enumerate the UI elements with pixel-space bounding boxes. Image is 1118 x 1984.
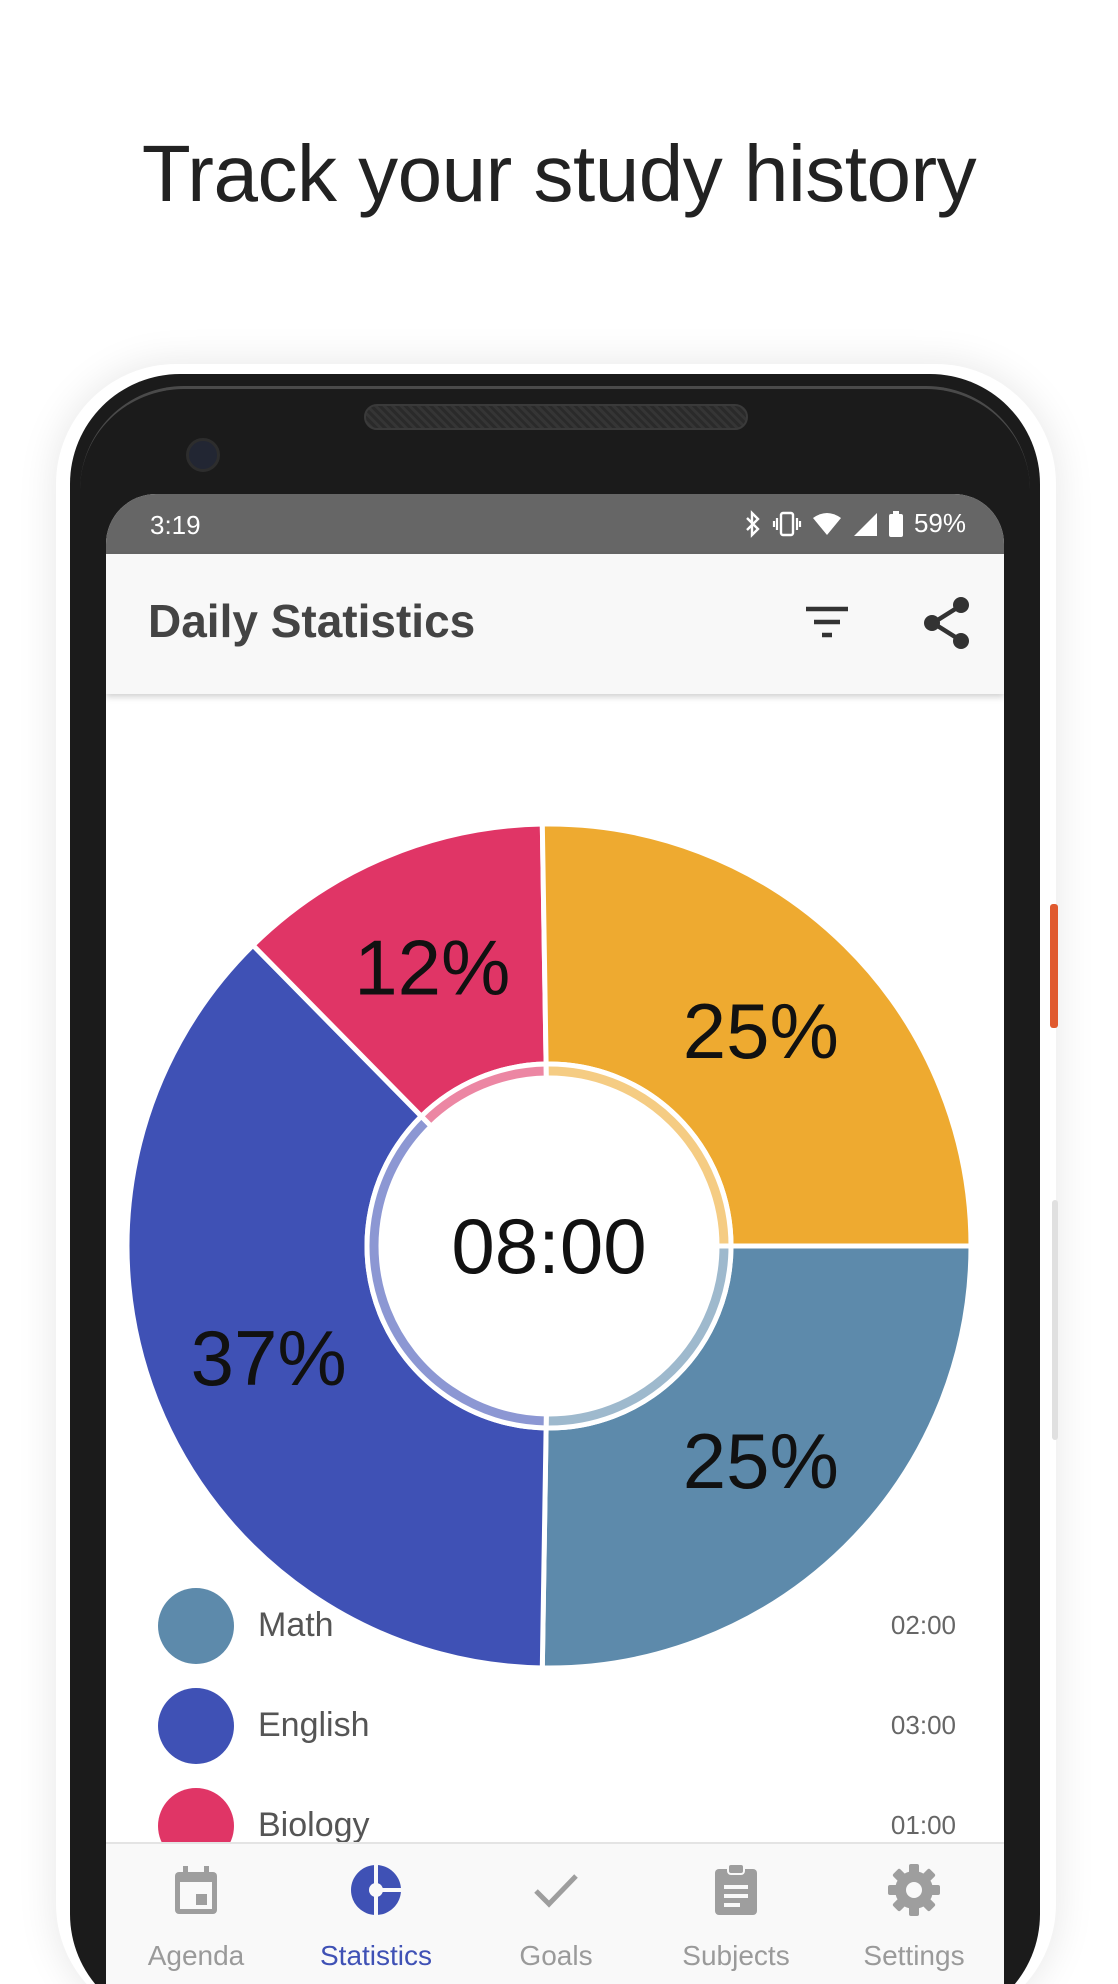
nav-label: Agenda — [147, 1940, 245, 1971]
battery-icon — [888, 510, 904, 538]
nav-item-settings[interactable]: Settings — [824, 1844, 1004, 1984]
legend-color-dot — [158, 1688, 234, 1764]
nav-label: Statistics — [319, 1940, 433, 1971]
power-button — [1050, 904, 1058, 1028]
bottom-navigation: Agenda Statistics Goals Subjects Setting… — [106, 1842, 1004, 1984]
pie-chart-icon — [348, 1862, 404, 1918]
nav-item-subjects[interactable]: Subjects — [646, 1844, 826, 1984]
slice-percentage-label: 12% — [354, 923, 510, 1011]
nav-item-agenda[interactable]: Agenda — [106, 1844, 286, 1984]
donut-center-total: 08:00 — [451, 1202, 646, 1290]
bluetooth-icon — [744, 509, 762, 538]
status-icons: 59% — [744, 508, 966, 539]
nav-item-goals[interactable]: Goals — [466, 1844, 646, 1984]
app-bar: Daily Statistics — [106, 554, 1004, 694]
legend-label: Math — [258, 1606, 334, 1644]
legend-time: 02:00 — [890, 1610, 956, 1640]
legend-item[interactable]: English 03:00 — [106, 1686, 1004, 1766]
nav-item-statistics[interactable]: Statistics — [286, 1844, 466, 1984]
phone-speaker — [364, 404, 748, 430]
legend-color-dot — [158, 1588, 234, 1664]
share-icon — [922, 596, 972, 655]
volume-button — [1052, 1200, 1058, 1440]
wifi-icon — [812, 512, 842, 536]
vibrate-icon — [772, 511, 802, 537]
legend-time: 01:00 — [890, 1810, 956, 1840]
slice-percentage-label: 25% — [683, 1417, 839, 1505]
check-icon — [528, 1862, 584, 1918]
status-bar: 3:19 59% — [106, 494, 1004, 554]
nav-label: Subjects — [682, 1940, 790, 1971]
nav-label: Goals — [519, 1940, 593, 1971]
page-title: Daily Statistics — [148, 595, 476, 647]
calendar-icon — [168, 1862, 224, 1918]
share-button[interactable] — [912, 590, 982, 660]
gear-icon — [886, 1862, 942, 1918]
donut-chart: 25% 37% 12% 25% 08:00 — [106, 694, 1004, 1674]
front-camera — [186, 438, 220, 472]
clipboard-icon — [708, 1862, 764, 1918]
legend-item[interactable]: Math 02:00 — [106, 1586, 1004, 1666]
slice-percentage-label: 37% — [191, 1314, 347, 1402]
status-time: 3:19 — [150, 510, 201, 540]
nav-label: Settings — [863, 1940, 965, 1971]
filter-button[interactable] — [792, 590, 862, 660]
page-headline: Track your study history — [141, 129, 977, 218]
legend-time: 03:00 — [890, 1710, 956, 1740]
filter-icon — [804, 605, 850, 646]
slice-percentage-label: 25% — [683, 987, 839, 1075]
signal-icon — [852, 511, 878, 537]
phone-screen: 3:19 59% Daily Statistics 25% 37% 12% 25… — [106, 494, 1004, 1984]
legend-label: Biology — [258, 1806, 370, 1844]
legend-label: English — [258, 1706, 370, 1744]
donut-chart-svg: 25% 37% 12% 25% 08:00 — [124, 821, 974, 1671]
battery-level: 59% — [913, 508, 966, 538]
